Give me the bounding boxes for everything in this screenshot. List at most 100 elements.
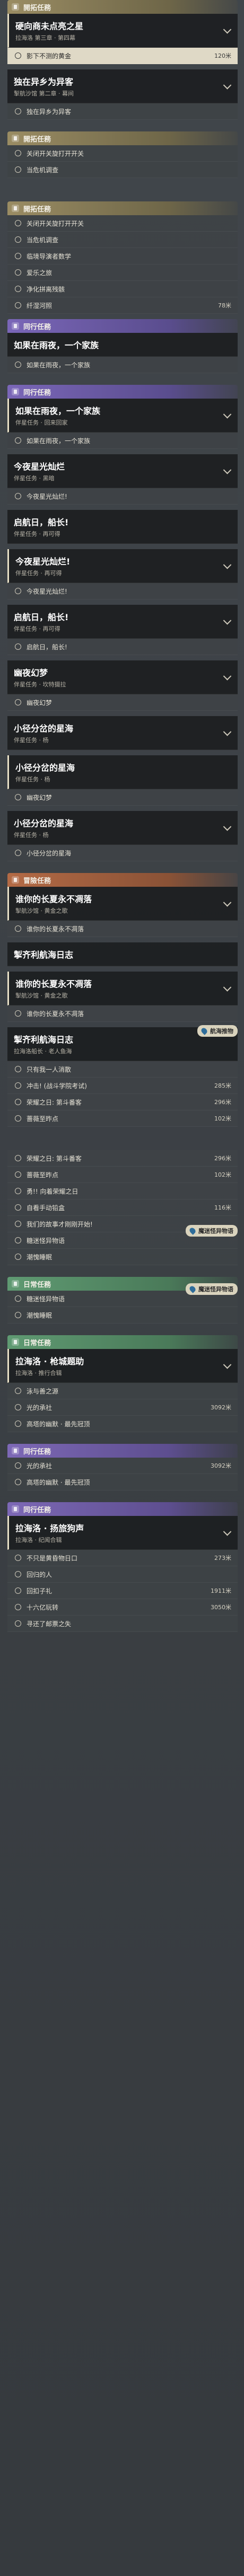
quest-card[interactable]: 启航日，船长! 伴星任务 · 再可得 [7,605,238,639]
quest-icon [12,876,19,884]
quest-card[interactable]: 谁你的长夏永不凋落 掣航沙馆 · 黄金之歌 [7,887,238,921]
circle-icon [15,236,21,243]
objective-row[interactable]: 当危机调查 [7,232,238,248]
objective-row[interactable]: 糖迷怪异物语 魔迷怪异物语 [7,1225,238,1249]
circle-icon [15,437,21,444]
objective-row[interactable]: 启航日，船长! [7,639,238,655]
quest-card[interactable]: 幽夜幻梦 伴星任务 · 坎特摄拉 [7,660,238,694]
quest-title: 小径分岔的星海 [15,763,75,773]
quest-card[interactable]: 硬向商未点亮之星 拉海洛 第三章 · 第四幕 [7,14,238,48]
objective-row[interactable]: 糖迷怪异物语 魔迷怪异物语 [7,1283,238,1307]
map-tag[interactable]: 魔迷怪异物语 [186,1283,238,1295]
objective-row[interactable]: 谁你的长夏永不凋落 [7,1005,238,1022]
objective-distance: 296米 [214,1155,231,1162]
section-header-trail[interactable]: 開拓任務 [7,131,238,145]
quest-title: 拉海洛 · 枪城题助 [15,1356,84,1366]
objective-row[interactable]: 荣耀之日: 第斗番客 296米 [7,1150,238,1167]
objective-row[interactable]: 光的承社 3092米 [7,1399,238,1416]
circle-icon [15,493,21,499]
objective-label: 回归的人 [27,1571,53,1578]
objective-row[interactable]: 幽夜幻梦 [7,789,238,806]
objective-row[interactable]: 十六亿玩转 3050米 [7,1599,238,1616]
quest-card[interactable]: 小径分岔的星海 伴星任务 · 杨 [7,716,238,750]
objective-row[interactable]: 关闭开关旋打开开关 [7,145,238,162]
objective-row[interactable]: 谁你的长夏永不凋落 [7,921,238,937]
objective-row[interactable]: 蔷薇至昨点 102米 [7,1167,238,1183]
objective-label: 十六亿玩转 [27,1603,59,1611]
quest-title: 独在异乡为异客 [14,77,74,87]
objective-row[interactable]: 今夜星光灿烂! [7,583,238,599]
quest-card[interactable]: 独在异乡为异客 掣航沙馆 第二章 · 幕间 [7,69,238,103]
objective-row[interactable]: 幽夜幻梦 [7,694,238,711]
objective-row[interactable]: 回扣子礼 1911米 [7,1583,238,1599]
quest-card[interactable]: 谁你的长夏永不凋落 掣航沙馆 · 黄金之歌 [7,972,238,1005]
objective-row[interactable]: 独在异乡为异客 [7,103,238,120]
objective-label: 幽夜幻梦 [27,793,53,801]
quest-card[interactable]: 拉海洛 · 枪城题助 拉海洛 · 推行合辑 [7,1349,238,1383]
objective-label: 纤湿河照 [27,302,53,310]
quest-card[interactable]: 掣齐利航海日志 [7,942,238,966]
objective-row[interactable]: 勇!! 向着荣耀之日 [7,1183,238,1199]
objective-row[interactable]: 不只是黄昏物日口 273米 [7,1550,238,1566]
section-header-side[interactable]: 同行任務 [7,1502,238,1516]
objective-label: 谁你的长夏永不凋落 [27,1010,84,1018]
circle-icon [15,1462,21,1469]
quest-card[interactable]: 小径分岔的星海 伴星任务 · 杨 [7,811,238,845]
objective-row[interactable]: 如果在雨夜，一个家族 [7,433,238,449]
section-header-companion[interactable]: 同行任務 [7,319,238,333]
objective-row[interactable]: 泳与善之源 [7,1383,238,1399]
objective-row[interactable]: 今夜星光灿烂! [7,488,238,505]
objective-row[interactable]: 冲击! (战斗学院考试) 285米 [7,1078,238,1094]
section-header-adventure[interactable]: 冒險任務 [7,873,238,887]
quest-card[interactable]: 小径分岔的星海 伴星任务 · 杨 [7,755,238,789]
objective-label: 独在异乡为异客 [27,108,72,116]
quest-icon [12,1447,19,1454]
quest-icon [12,322,19,330]
section-header-daily[interactable]: 日常任務 [7,1335,238,1349]
objective-row[interactable]: 潮愧睡眠 [7,1249,238,1265]
objective-row[interactable]: 光的承社 3092米 [7,1458,238,1474]
quest-card[interactable]: 拉海洛 · 扬旅狗声 拉海洛 · 纪闻合辑 [7,1516,238,1550]
section-header-trail[interactable]: 開拓任務 [7,201,238,215]
circle-icon [15,1604,21,1610]
quest-card[interactable]: 如果在雨夜，一个家族 [7,333,238,357]
section-header-companion[interactable]: 同行任務 [7,385,238,399]
objective-row[interactable]: 影下不测的黄金 120米 [7,48,238,64]
quest-card[interactable]: 今夜星光灿烂 伴星任务 · 黑暗 [7,454,238,488]
quest-card[interactable]: 启航日，船长! 伴星任务 · 再可得 [7,510,238,544]
objective-row[interactable]: 小径分岔的星海 [7,845,238,861]
objective-row[interactable]: 纤湿河照 78米 [7,297,238,314]
objective-row[interactable]: 关闭开关旋打开开关 [7,215,238,232]
objective-row[interactable]: 回归的人 [7,1566,238,1583]
map-tag[interactable]: 魔迷怪异物语 [186,1225,238,1237]
map-pin-icon [188,1285,197,1293]
objective-row[interactable]: 只有我一人消散 [7,1061,238,1078]
quest-subtitle: 拉海洛船长 · 老人鱼海 [14,1048,72,1055]
objective-label: 幽夜幻梦 [27,699,53,707]
objective-row[interactable]: 净化拼离残骸 [7,281,238,297]
objective-row[interactable]: 高塔的幽默 · 最先冠顶 [7,1474,238,1490]
quest-card[interactable]: 掣齐利航海日志 拉海洛船长 · 老人鱼海 航海推物 [7,1025,238,1061]
section-header-side[interactable]: 同行任務 [7,1444,238,1458]
map-tag[interactable]: 航海推物 [197,1025,238,1037]
objective-row[interactable]: 如果在雨夜，一个家族 [7,357,238,373]
quest-title: 如果在雨夜，一个家族 [14,340,99,350]
quest-subtitle: 拉海洛 第三章 · 第四幕 [15,34,75,41]
circle-icon [15,1555,21,1561]
objective-row[interactable]: 潮愧睡眠 [7,1307,238,1324]
quest-subtitle: 伴星任务 · 坎特摄拉 [14,681,66,688]
objective-label: 潮愧睡眠 [27,1311,53,1319]
objective-row[interactable]: 当危机调查 [7,162,238,178]
objective-row[interactable]: 高塔的幽默 · 最先冠顶 [7,1416,238,1432]
quest-card[interactable]: 如果在雨夜，一个家族 伴星任务 · 回来回家 [7,399,238,433]
objective-row[interactable]: 荣耀之日: 第斗番客 296米 [7,1094,238,1110]
objective-row[interactable]: 寻还了邮票之失 [7,1616,238,1632]
section-header-trail[interactable]: 開拓任務 [7,0,238,14]
quest-card[interactable]: 今夜星光灿烂! 伴星任务 · 再可得 [7,549,238,583]
objective-row[interactable]: 蔷薇至昨点 102米 [7,1110,238,1127]
objective-row[interactable]: 自看手动铅盒 116米 [7,1199,238,1216]
quest-subtitle: 伴星任务 · 再可得 [14,531,60,537]
objective-row[interactable]: 爱乐之旅 [7,264,238,281]
objective-label: 爱乐之旅 [27,269,53,277]
objective-row[interactable]: 临境导演者数学 [7,248,238,264]
